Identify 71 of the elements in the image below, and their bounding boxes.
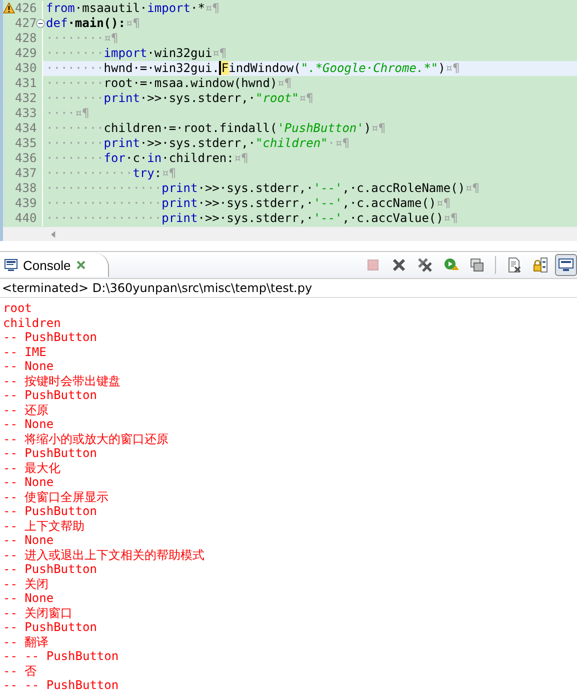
line-number: 432	[15, 91, 37, 106]
console-output-line: -- None	[3, 359, 55, 374]
line-number: 439	[15, 196, 37, 211]
code-line: ················print·>>·sys.stderr,·'--',·c.accValue()¤¶	[45, 211, 459, 226]
console-output-line: -- 关闭	[3, 576, 50, 591]
line-number: 426	[15, 1, 37, 16]
console-output-line: -- 进入或退出上下文相关的帮助模式	[3, 548, 206, 562]
console-output-line: -- 上下文帮助	[3, 518, 86, 533]
console-output-line: -- PushButton	[3, 446, 98, 460]
code-line: ····¤¶	[45, 106, 90, 121]
code-line: ········print·>>·sys.stderr,·"children"·¤¶	[45, 136, 350, 151]
console-output-line: children	[3, 316, 62, 330]
line-number: 433	[15, 106, 37, 121]
code-line: ········root·=·msaa.window(hwnd)¤¶	[45, 76, 293, 91]
line-number: 427	[15, 16, 37, 31]
display-button[interactable]	[555, 254, 577, 276]
close-icon	[391, 257, 407, 273]
code-editor[interactable]	[0, 0, 577, 227]
console-status: <terminated> D:\360yunpan\src\misc\temp\test.py	[0, 279, 577, 298]
line-number: 429	[15, 46, 37, 61]
code-line: def·main():¤¶	[45, 16, 141, 31]
line-number: 438	[15, 181, 37, 196]
console-output-line: -- 最大化	[3, 460, 62, 475]
console-output-line: -- None	[3, 533, 55, 548]
windows-icon	[469, 257, 485, 273]
code-line: from·msaautil·import·*¤¶	[45, 1, 220, 16]
code-line: ········import·win32gui¤¶	[45, 46, 228, 61]
console-output-line: -- 使窗口全屏显示	[3, 490, 110, 504]
line-number: 440	[15, 211, 37, 226]
console-output-line: -- IME	[3, 344, 48, 359]
line-number: 428	[15, 31, 37, 46]
console-output-line: -- -- PushButton	[3, 678, 120, 692]
console-output-line: -- 按键时会带出键盘	[3, 374, 122, 388]
console-output-line: -- PushButton	[3, 562, 98, 576]
close-icon[interactable]	[76, 260, 86, 270]
code-line: ················print·>>·sys.stderr,·'--',·c.accRoleName()¤¶	[45, 181, 480, 196]
code-line: ········¤¶	[45, 31, 120, 46]
console-output-line: -- PushButton	[3, 388, 98, 402]
console-output-line: -- None	[3, 475, 55, 490]
code-line: ········children·=·root.findall('PushButton')¤¶	[45, 121, 387, 136]
lock-icon	[532, 257, 548, 273]
monitor-icon	[4, 258, 18, 272]
console-output-line: -- PushButton	[3, 620, 98, 634]
collapse-icon[interactable]	[36, 19, 45, 28]
line-number: 437	[15, 166, 37, 181]
line-number: 434	[15, 121, 37, 136]
line-number: 430	[15, 61, 37, 76]
console-output-line: -- PushButton	[3, 504, 98, 518]
document-x-icon	[506, 257, 522, 273]
console-tab[interactable]: Console	[0, 253, 109, 277]
console-output-line: -- None	[3, 591, 55, 606]
double-x-icon	[417, 257, 433, 273]
console-output-line: -- PushButton	[3, 330, 98, 344]
console-output-line: -- 将缩小的或放大的窗口还原	[3, 432, 170, 446]
console-output-line: -- 关闭窗口	[3, 606, 74, 620]
line-number: 435	[15, 136, 37, 151]
monitor-icon	[558, 257, 574, 273]
line-number: 431	[15, 76, 37, 91]
console-output-line: -- 否	[3, 664, 38, 678]
code-line: ········print·>>·sys.stderr,·"root"¤¶	[45, 91, 314, 106]
console-output-line: -- 还原	[3, 402, 50, 417]
code-line: ············try:¤¶	[45, 166, 178, 181]
console-output-line: -- -- PushButton	[3, 649, 120, 664]
console-output-line: root	[3, 301, 33, 316]
code-line: ················print·>>·sys.stderr,·'--',·c.accName()¤¶	[45, 196, 452, 211]
line-number: 436	[15, 151, 37, 166]
console-output-line: -- None	[3, 417, 55, 432]
console-output-line: -- 翻译	[3, 634, 50, 649]
square-icon	[365, 257, 381, 273]
play-icon	[443, 257, 459, 273]
code-line: ········for·c·in·children:¤¶	[45, 151, 250, 166]
